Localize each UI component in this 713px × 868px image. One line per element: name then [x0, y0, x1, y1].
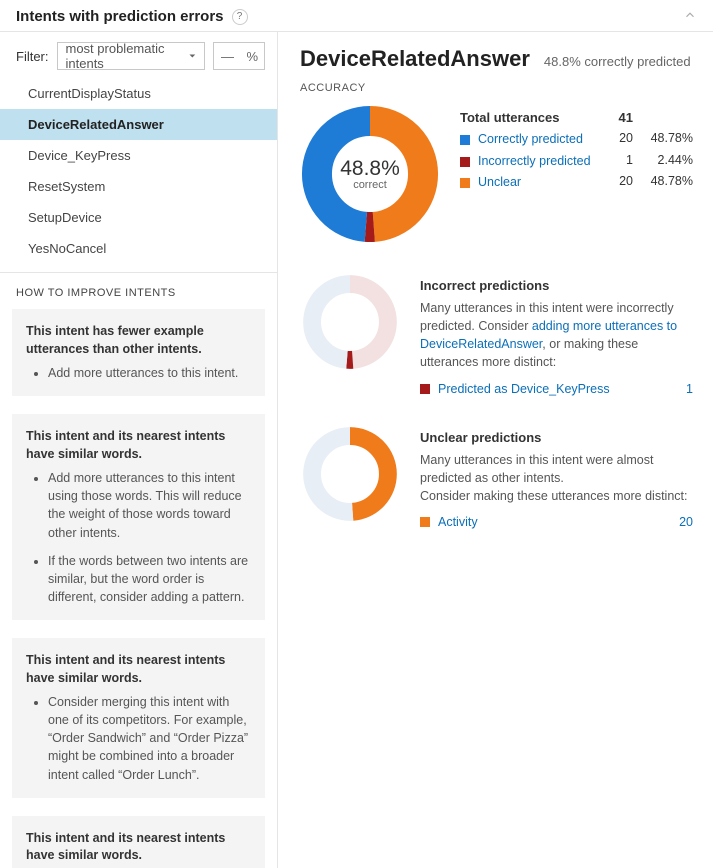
incorrect-row: Incorrect predictions Many utterances in…	[300, 272, 693, 396]
unclear-row: Unclear predictions Many utterances in t…	[300, 424, 693, 529]
stat-count: 20	[593, 131, 633, 145]
chevron-down-icon	[188, 51, 197, 61]
unclear-legend-row: Activity 20	[420, 515, 693, 529]
accuracy-row: 48.8% correct Total utterances 41 Correc…	[300, 104, 693, 244]
filter-label: Filter:	[16, 49, 49, 64]
panel-header: Intents with prediction errors ?	[0, 0, 713, 32]
percent-label[interactable]: %	[240, 49, 264, 64]
right-column: DeviceRelatedAnswer 48.8% correctly pred…	[278, 32, 713, 868]
intent-item[interactable]: DeviceRelatedAnswer	[0, 109, 277, 140]
unclear-block: Unclear predictions Many utterances in t…	[420, 424, 693, 529]
improve-card: This intent and its nearest intents have…	[12, 816, 265, 868]
improve-card: This intent and its nearest intents have…	[12, 414, 265, 620]
filter-select-value: most problematic intents	[66, 41, 188, 71]
stat-row: Unclear2048.78%	[460, 174, 693, 192]
improve-card-heading: This intent and its nearest intents have…	[26, 830, 251, 865]
stat-label[interactable]: Incorrectly predicted	[478, 153, 593, 171]
legend-swatch-orange	[420, 517, 430, 527]
stats-block: Total utterances 41 Correctly predicted2…	[460, 104, 693, 196]
legend-swatch-red	[420, 384, 430, 394]
intent-item[interactable]: Device_KeyPress	[0, 140, 277, 171]
incorrect-block: Incorrect predictions Many utterances in…	[420, 272, 693, 396]
stat-label[interactable]: Unclear	[478, 174, 593, 192]
stat-pct: 48.78%	[633, 131, 693, 145]
improve-card-bullet: If the words between two intents are sim…	[48, 552, 251, 606]
improve-heading: HOW TO IMPROVE INTENTS	[0, 273, 277, 309]
intent-list: CurrentDisplayStatusDeviceRelatedAnswerD…	[0, 78, 277, 272]
improve-card-bullet: Add more utterances to this intent.	[48, 364, 251, 382]
improve-card-heading: This intent and its nearest intents have…	[26, 652, 251, 687]
intent-item[interactable]: CurrentDisplayStatus	[0, 78, 277, 109]
improve-card: This intent has fewer example utterances…	[12, 309, 265, 396]
panel-title: Intents with prediction errors	[16, 8, 224, 25]
help-icon[interactable]: ?	[232, 9, 248, 25]
improve-card-heading: This intent and its nearest intents have…	[26, 428, 251, 463]
unclear-legend-num[interactable]: 20	[653, 515, 693, 529]
filter-row: Filter: most problematic intents — %	[0, 32, 277, 78]
incorrect-heading: Incorrect predictions	[420, 278, 693, 293]
incorrect-legend-label[interactable]: Predicted as Device_KeyPress	[438, 382, 653, 396]
stat-row: Correctly predicted2048.78%	[460, 131, 693, 149]
stat-rows: Correctly predicted2048.78%Incorrectly p…	[460, 131, 693, 192]
unclear-heading: Unclear predictions	[420, 430, 693, 445]
accuracy-donut: 48.8% correct	[300, 104, 440, 244]
body: Filter: most problematic intents — % Cur…	[0, 32, 713, 868]
improve-card-heading: This intent has fewer example utterances…	[26, 323, 251, 358]
stat-pct: 2.44%	[633, 153, 693, 167]
incorrect-legend-row: Predicted as Device_KeyPress 1	[420, 382, 693, 396]
improve-card: This intent and its nearest intents have…	[12, 638, 265, 798]
total-label: Total utterances	[460, 110, 593, 125]
stats-header: Total utterances 41	[460, 110, 693, 125]
intent-item[interactable]: SetupDevice	[0, 202, 277, 233]
legend-swatch	[460, 135, 470, 145]
legend-swatch	[460, 157, 470, 167]
stat-label[interactable]: Correctly predicted	[478, 131, 593, 149]
intent-item[interactable]: ResetSystem	[0, 171, 277, 202]
filter-select[interactable]: most problematic intents	[57, 42, 206, 70]
unclear-text: Many utterances in this intent were almo…	[420, 451, 693, 505]
accuracy-label: ACCURACY	[300, 82, 693, 94]
legend-swatch	[460, 178, 470, 188]
incorrect-donut	[300, 272, 400, 372]
donut-sub: correct	[353, 179, 387, 191]
dash-button[interactable]: —	[214, 43, 240, 69]
stat-row: Incorrectly predicted12.44%	[460, 153, 693, 171]
unclear-donut	[300, 424, 400, 524]
improve-card-bullet: Add more utterances to this intent using…	[48, 469, 251, 542]
stat-count: 1	[593, 153, 633, 167]
improve-card-bullet: Consider merging this intent with one of…	[48, 693, 251, 784]
detail-title-row: DeviceRelatedAnswer 48.8% correctly pred…	[300, 46, 693, 72]
incorrect-text: Many utterances in this intent were inco…	[420, 299, 693, 372]
collapse-toggle[interactable]	[683, 8, 697, 25]
incorrect-legend-num[interactable]: 1	[653, 382, 693, 396]
unclear-legend-label[interactable]: Activity	[438, 515, 653, 529]
detail-title: DeviceRelatedAnswer	[300, 46, 530, 72]
left-column: Filter: most problematic intents — % Cur…	[0, 32, 278, 868]
stat-pct: 48.78%	[633, 174, 693, 188]
stat-count: 20	[593, 174, 633, 188]
improve-scroll: HOW TO IMPROVE INTENTS This intent has f…	[0, 272, 277, 868]
detail-subtitle: 48.8% correctly predicted	[544, 54, 691, 69]
donut-center: 48.8% correct	[300, 104, 440, 244]
intent-item[interactable]: YesNoCancel	[0, 233, 277, 264]
improve-cards: This intent has fewer example utterances…	[0, 309, 277, 868]
total-value: 41	[593, 110, 633, 125]
donut-pct: 48.8%	[340, 157, 400, 181]
units-group: — %	[213, 42, 265, 70]
